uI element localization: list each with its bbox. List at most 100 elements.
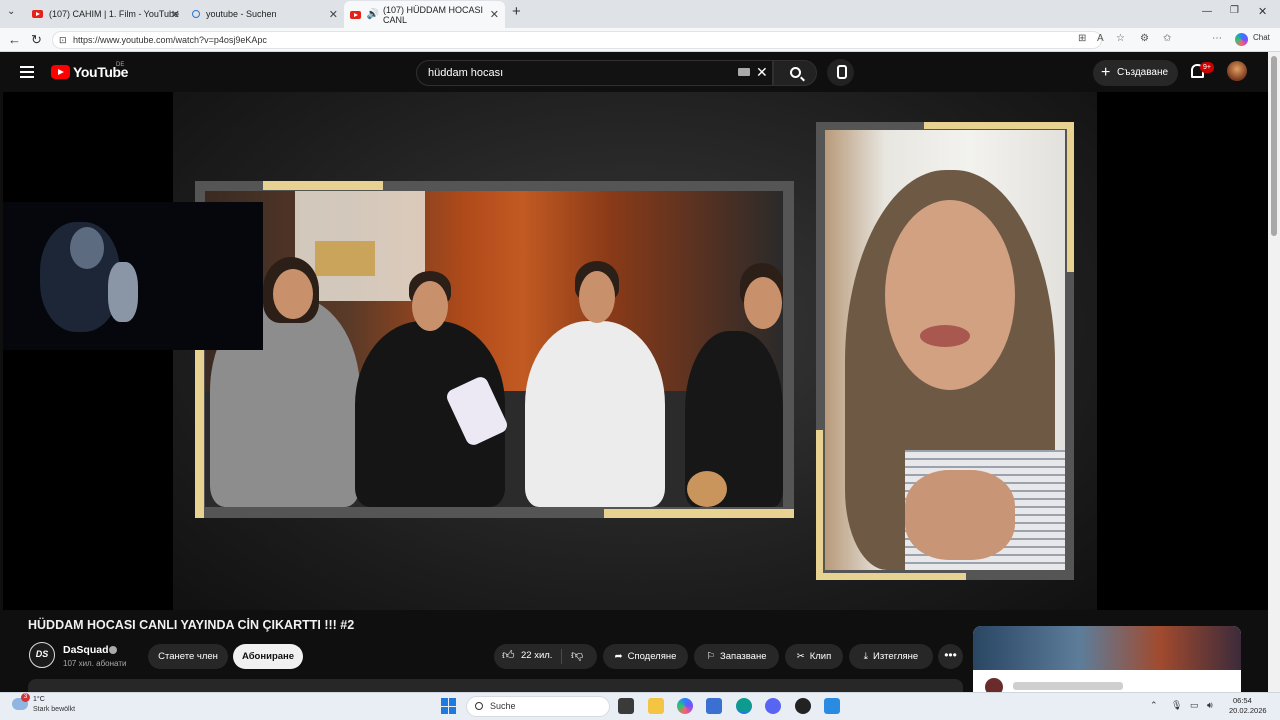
file-explorer-icon[interactable] <box>648 698 664 714</box>
account-avatar[interactable] <box>1227 61 1247 81</box>
microphone-icon[interactable]: 🎙︎ <box>1171 700 1182 711</box>
create-label: Създаване <box>1117 67 1169 78</box>
channel-avatar[interactable]: DS <box>29 642 55 668</box>
windows-taskbar: 3 1°C Stark bewölkt Suche ⌃ 🎙︎ ▭ 🔊︎ 06:5… <box>0 692 1280 720</box>
frame-accent <box>816 430 823 580</box>
description-box[interactable] <box>28 679 963 692</box>
search-button[interactable] <box>773 60 817 86</box>
channel-name[interactable]: DaSquad <box>63 644 109 656</box>
country-code: DE <box>116 62 125 68</box>
download-button[interactable]: ⤓ Изтегляне <box>849 644 933 669</box>
minimize-icon[interactable]: — <box>1202 6 1212 17</box>
ouija-board <box>315 241 375 276</box>
store-icon[interactable] <box>706 698 722 714</box>
task-view-icon[interactable] <box>618 698 634 714</box>
search-icon <box>475 702 483 710</box>
search-icon <box>790 67 801 78</box>
youtube-icon <box>350 10 361 19</box>
person-face <box>579 271 615 323</box>
weather-badge: 3 <box>21 693 30 702</box>
close-tab-icon[interactable]: ✕ <box>329 8 338 21</box>
clip-button[interactable]: ✂ Клип <box>785 644 843 669</box>
dislike-icon[interactable]: 👎︎ <box>571 648 583 663</box>
video-title: HÜDDAM HOCASI CANLI YAYINDA CİN ÇIKARTTI… <box>28 618 355 632</box>
plus-icon: + <box>1101 64 1111 81</box>
notification-badge: 9+ <box>1200 62 1214 73</box>
search-value: hüddam hocası <box>428 67 504 79</box>
new-tab-button[interactable]: + <box>512 3 521 20</box>
more-actions-button[interactable]: ••• <box>938 644 963 669</box>
youtube-page: YouTube DE hüddam hocası ✕ + Създаване 9… <box>0 52 1280 692</box>
ad-text-line <box>1013 682 1123 690</box>
search-icon <box>192 10 200 18</box>
favorites-icon[interactable]: ✩ <box>1163 33 1171 44</box>
site-info-icon[interactable]: ⊡ <box>59 32 67 48</box>
voice-search-button[interactable] <box>827 59 854 86</box>
volume-icon[interactable]: 🔊︎ <box>1207 700 1213 711</box>
favorite-star-icon[interactable]: ☆ <box>1116 33 1125 44</box>
discord-icon[interactable] <box>765 698 781 714</box>
youtube-play-icon <box>51 65 70 79</box>
browser-toolbar: ← ↻ ⊡ https://www.youtube.com/watch?v=p4… <box>0 28 1280 73</box>
create-button[interactable]: + Създаване <box>1093 60 1179 86</box>
tab-youtube-search[interactable]: youtube - Suchen ✕ <box>186 2 344 26</box>
app-available-icon[interactable]: ⊞ <box>1078 33 1086 44</box>
taskbar-search[interactable]: Suche <box>466 696 610 717</box>
frame-accent <box>604 509 794 518</box>
like-count[interactable]: 22 хил. <box>521 650 552 661</box>
close-tab-icon[interactable]: ✕ <box>171 8 180 21</box>
page-scrollbar[interactable] <box>1268 52 1280 692</box>
extensions-icon[interactable]: ⚙ <box>1140 33 1149 44</box>
address-bar[interactable]: ⊡ https://www.youtube.com/watch?v=p4osj9… <box>52 31 1102 49</box>
like-icon[interactable]: 👍︎ <box>502 648 515 663</box>
ad-avatar <box>985 678 1003 692</box>
back-icon[interactable]: ← <box>8 32 21 47</box>
restore-icon[interactable]: ❐ <box>1230 5 1239 16</box>
app-icon[interactable] <box>824 698 840 714</box>
share-icon: ➦ <box>614 651 623 662</box>
keyboard-icon[interactable] <box>738 68 750 76</box>
clear-search-icon[interactable]: ✕ <box>756 64 768 81</box>
frame-accent <box>1067 122 1074 272</box>
menu-icon[interactable] <box>20 66 34 78</box>
share-button[interactable]: ➦ Споделяне <box>603 644 688 669</box>
sidebar-ad-card[interactable] <box>973 626 1241 692</box>
settings-more-icon[interactable]: ⋯ <box>1212 33 1222 44</box>
weather-description[interactable]: Stark bewölkt <box>33 706 75 713</box>
clock-time[interactable]: 06:54 <box>1233 696 1252 705</box>
browser-tab-bar: ⌄ (107) CAHIM | 1. Film - YouTube ✕ yout… <box>0 0 1280 28</box>
join-button[interactable]: Станете член <box>148 644 228 669</box>
close-window-icon[interactable]: ✕ <box>1258 5 1267 18</box>
like-dislike-group: 👍︎ 22 хил. 👎︎ <box>494 644 597 669</box>
caller-video <box>825 130 1065 570</box>
network-icon[interactable]: ▭ <box>1190 700 1199 711</box>
speaker-icon[interactable]: 🔊 <box>367 9 379 20</box>
obs-icon[interactable] <box>795 698 811 714</box>
translate-icon[interactable]: A <box>1097 33 1104 44</box>
search-input[interactable]: hüddam hocası <box>416 60 773 86</box>
ad-thumbnail <box>973 626 1241 670</box>
streamer-face <box>70 227 104 269</box>
person-face <box>412 281 448 331</box>
youtube-logo[interactable]: YouTube DE <box>51 62 128 80</box>
weather-temperature[interactable]: 1°C <box>33 696 45 703</box>
scrollbar-thumb[interactable] <box>1271 56 1277 236</box>
chat-label[interactable]: Chat <box>1253 33 1270 42</box>
subscriber-count: 107 хил. абонати <box>63 659 127 668</box>
edge-icon[interactable] <box>736 698 752 714</box>
close-tab-icon[interactable]: ✕ <box>490 8 499 21</box>
windows-start-icon[interactable] <box>441 698 457 714</box>
tab-huddam-active[interactable]: 🔊 (107) HÜDDAM HOCASI CANL ✕ <box>344 1 505 28</box>
video-player[interactable] <box>3 92 1268 610</box>
tray-chevron-icon[interactable]: ⌃ <box>1150 700 1158 711</box>
clock-date[interactable]: 20.02.2026 <box>1229 706 1267 715</box>
refresh-icon[interactable]: ↻ <box>31 32 42 48</box>
copilot-icon[interactable] <box>1235 33 1248 46</box>
save-button[interactable]: ⚐ Запазване <box>694 644 779 669</box>
caller-lips <box>920 325 970 347</box>
tab-list-chevron-icon[interactable]: ⌄ <box>7 6 15 17</box>
frame-accent <box>263 181 383 190</box>
copilot-icon[interactable] <box>677 698 693 714</box>
subscribe-button[interactable]: Абониране <box>233 644 303 669</box>
tab-cahim[interactable]: (107) CAHIM | 1. Film - YouTube ✕ <box>26 2 186 26</box>
